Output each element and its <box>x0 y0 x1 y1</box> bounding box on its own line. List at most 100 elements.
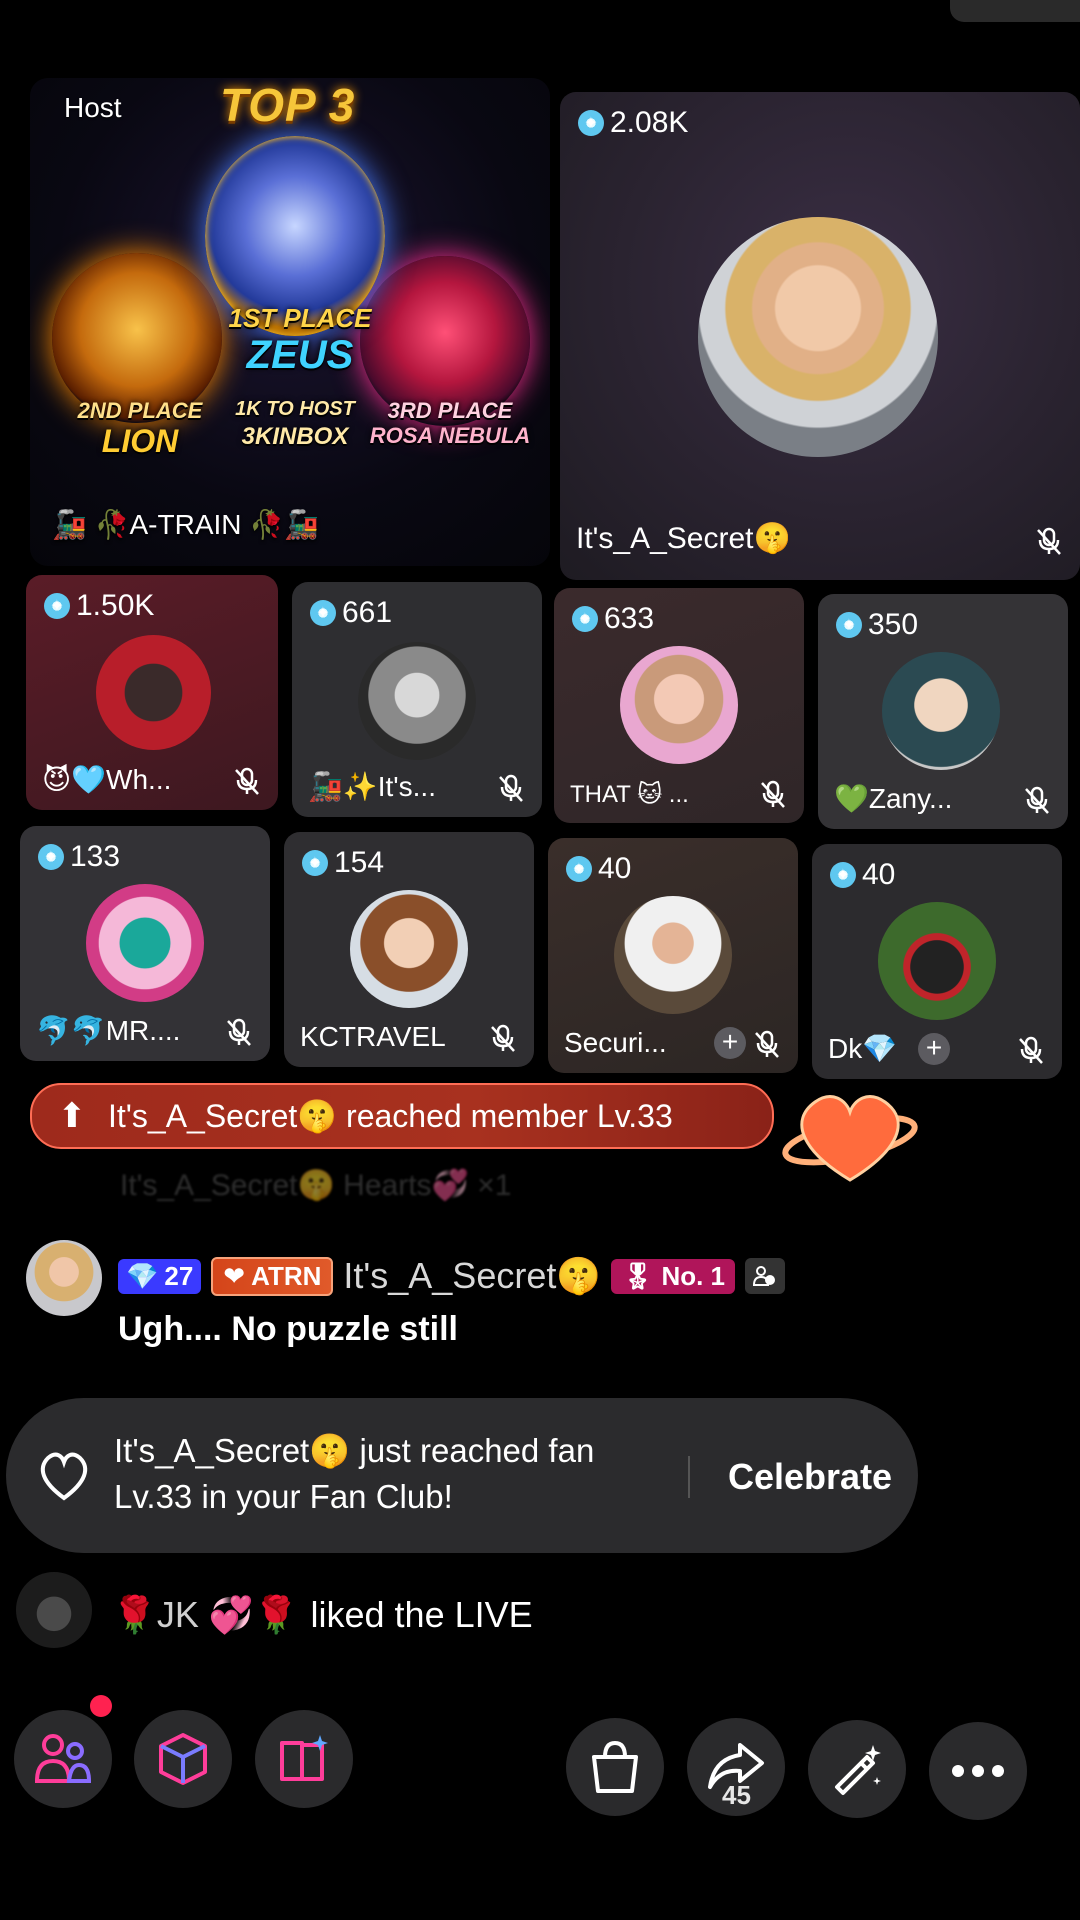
guest-tile[interactable]: ✦ 133 🐬🐬MR.... <box>20 826 270 1061</box>
add-guest-button[interactable]: + <box>714 1027 746 1059</box>
avatar <box>878 902 996 1020</box>
guest-score: ✦ 40 <box>566 852 631 886</box>
host-name: 🚂 🥀A-TRAIN 🥀🚂 <box>52 509 320 540</box>
avatar <box>698 217 938 457</box>
mic-off-icon <box>1037 527 1061 555</box>
top-status-pill <box>950 0 1080 22</box>
gem-icon: ✦ <box>302 850 328 876</box>
second-place-label: 2ND PLACE <box>77 398 203 423</box>
rank-badge: 🎖 No. 1 <box>611 1258 736 1294</box>
gem-icon: ✦ <box>572 606 598 632</box>
first-place-name: ZEUS <box>246 333 354 377</box>
heart-planet-icon <box>782 1095 918 1182</box>
mic-off-icon <box>1019 1036 1043 1064</box>
notification-dot <box>90 1695 112 1717</box>
level-badge: 💎 27 <box>118 1258 202 1294</box>
fan-club-badge: ❤ ATRN <box>211 1256 334 1296</box>
avatar <box>358 642 476 760</box>
effects-button[interactable] <box>808 1720 906 1818</box>
mic-off-icon <box>1025 786 1049 814</box>
guide-button[interactable] <box>255 1710 353 1808</box>
mic-off-icon <box>755 1030 779 1058</box>
guest-name: Securi... <box>564 1027 667 1058</box>
mic-off-icon <box>235 767 259 795</box>
guest-tile-main[interactable]: ✦ 2.08K It's_A_Secret🤫 <box>560 92 1080 580</box>
avatar <box>86 884 204 1002</box>
level-up-arrow-icon: ⬆ <box>57 1097 87 1135</box>
guest-tile[interactable]: ✦ 40 Dk💎 + <box>812 844 1062 1079</box>
guest-tile[interactable]: ✦ 661 🚂✨It's... <box>292 582 542 817</box>
host-tile[interactable]: TOP 3 Host 1ST PLACE ZEUS 2ND PLACE LION… <box>30 78 550 566</box>
more-button[interactable] <box>929 1722 1027 1820</box>
bag-icon <box>592 1740 638 1793</box>
guest-name: Dk💎 <box>828 1033 898 1064</box>
celebrate-button[interactable]: Celebrate <box>728 1456 892 1498</box>
shop-button[interactable] <box>566 1718 664 1816</box>
host-label: Host <box>64 92 122 123</box>
guest-score: ✦ 154 <box>302 846 384 880</box>
box-button[interactable] <box>134 1710 232 1808</box>
friends-icon <box>745 1258 786 1294</box>
avatar <box>882 652 1000 770</box>
add-guest-button[interactable]: + <box>918 1033 950 1065</box>
chat-avatar[interactable] <box>26 1240 102 1316</box>
gem-icon: ✦ <box>38 844 64 870</box>
gem-icon: ✦ <box>44 593 70 619</box>
mic-off-icon <box>499 774 523 802</box>
middle-line-1: 1K TO HOST <box>235 398 355 420</box>
guest-name: 🐬🐬MR.... <box>36 1015 181 1046</box>
gem-icon: ✦ <box>836 612 862 638</box>
heart-outline-icon <box>40 1452 88 1501</box>
guest-score: ✦ 2.08K <box>578 106 688 140</box>
like-text: liked the LIVE <box>310 1594 533 1635</box>
like-avatar[interactable] <box>16 1572 92 1648</box>
guest-tile[interactable]: ✦ 350 💚Zany... <box>818 594 1068 829</box>
mic-off-icon <box>227 1018 251 1046</box>
faded-chat-line: It's_A_Secret🤫 Hearts💞 ×1 <box>120 1169 512 1202</box>
top3-title: TOP 3 <box>220 79 356 131</box>
live-screen: TOP 3 Host 1ST PLACE ZEUS 2ND PLACE LION… <box>0 0 1080 1920</box>
gem-icon: ✦ <box>566 856 592 882</box>
fan-club-notification: It's_A_Secret🤫 just reached fan Lv.33 in… <box>6 1398 918 1553</box>
avatar <box>350 890 468 1008</box>
guest-name: KCTRAVEL <box>300 1021 446 1052</box>
banner-text: It's_A_Secret🤫 reached member Lv.33 <box>108 1098 673 1134</box>
guest-score: ✦ 133 <box>38 840 120 874</box>
guest-tile[interactable]: ✦ 154 KCTRAVEL <box>284 832 534 1067</box>
diamond-icon: 💎 <box>126 1260 159 1291</box>
guest-name: It's_A_Secret🤫 <box>576 522 791 555</box>
avatar <box>614 896 732 1014</box>
middle-line-2: 3KINBOX <box>241 423 349 450</box>
second-place-name: LION <box>101 423 179 459</box>
magic-wand-icon <box>835 1745 881 1795</box>
guest-tile[interactable]: ✦ 1.50K 😈🩵Wh... <box>26 575 278 810</box>
guest-tile[interactable]: ✦ 40 Securi... + <box>548 838 798 1073</box>
guest-tile[interactable]: ✦ 633 THAT 🐱 ... <box>554 588 804 823</box>
guest-score: ✦ 350 <box>836 608 918 642</box>
chat-message: Ugh.... No puzzle still <box>118 1310 458 1348</box>
guest-name: 😈🩵Wh... <box>42 764 172 795</box>
first-place-label: 1ST PLACE <box>228 303 372 333</box>
chat-username[interactable]: It's_A_Secret🤫 <box>343 1255 601 1297</box>
like-username[interactable]: 🌹JK 💞🌹 <box>112 1594 299 1636</box>
guest-score: ✦ 1.50K <box>44 589 154 623</box>
guest-score: ✦ 40 <box>830 858 895 892</box>
gem-icon: ✦ <box>830 862 856 888</box>
guest-score: ✦ 661 <box>310 596 392 630</box>
heart-badge-icon: ❤ <box>223 1260 246 1291</box>
more-icon <box>952 1765 1004 1777</box>
mic-off-icon <box>491 1024 515 1052</box>
gem-icon: ✦ <box>578 110 604 136</box>
guest-name: 🚂✨It's... <box>308 771 436 802</box>
like-event: 🌹JK 💞🌹 liked the LIVE <box>112 1594 533 1636</box>
avatar <box>96 635 211 750</box>
share-count: 45 <box>722 1780 751 1810</box>
chat-header: 💎 27 ❤ ATRN It's_A_Secret🤫 🎖 No. 1 <box>118 1255 786 1297</box>
book-icon <box>280 1735 328 1781</box>
member-level-banner: ⬆ It's_A_Secret🤫 reached member Lv.33 <box>30 1083 774 1149</box>
mic-off-icon <box>761 780 785 808</box>
people-button[interactable] <box>14 1710 112 1808</box>
third-place-name: ROSA NEBULA <box>369 423 531 448</box>
fan-club-text: It's_A_Secret🤫 just reached fan Lv.33 in… <box>114 1432 595 1515</box>
box-icon <box>159 1733 207 1785</box>
